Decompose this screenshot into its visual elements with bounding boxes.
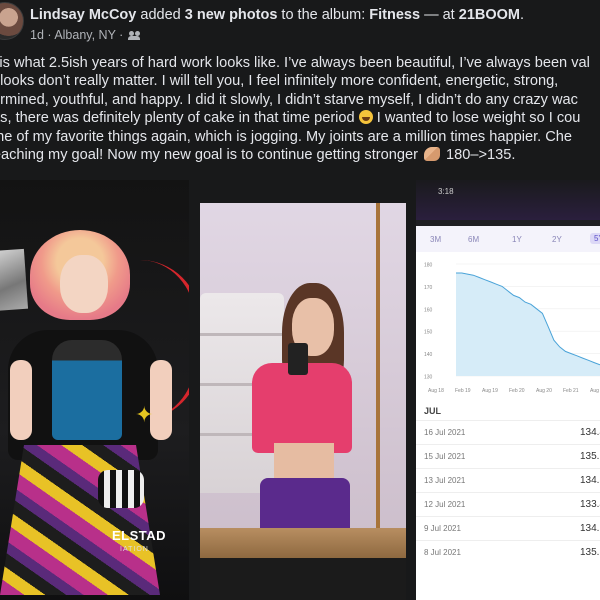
post-line: s is what 2.5ish years of hard work look…	[0, 55, 590, 71]
weight-row-date: 8 Jul 2021	[424, 548, 461, 557]
flexed-biceps-emoji-icon	[424, 146, 440, 161]
weight-row-date: 12 Jul 2021	[424, 500, 466, 509]
tab-6m[interactable]: 6M	[468, 235, 479, 244]
weight-row-value: 135.2	[580, 451, 600, 462]
chart-x-tick: Aug	[590, 388, 599, 394]
post-body-text: s is what 2.5ish years of hard work look…	[0, 54, 600, 164]
post-line: ets, there was definitely plenty of cake…	[0, 109, 600, 127]
chart-y-tick: 160	[424, 307, 433, 313]
tab-5y[interactable]: 5Y	[590, 233, 600, 244]
status-time: 3:18	[438, 187, 454, 196]
weight-row-date: 9 Jul 2021	[424, 524, 461, 533]
phone-status-bar: 3:18	[416, 180, 600, 202]
post-line: reaching my goal! Now my new goal is to …	[0, 146, 600, 164]
album-link[interactable]: Fitness	[369, 7, 420, 23]
person-face	[60, 255, 108, 313]
post-line-part: ets, there was definitely plenty of cake…	[0, 110, 355, 127]
tab-2y[interactable]: 2Y	[552, 235, 562, 244]
person-top	[52, 340, 122, 440]
weight-row[interactable]: 9 Jul 2021 134.6	[416, 516, 600, 540]
photo-mirror-selfie[interactable]	[200, 203, 406, 600]
action-text: added	[136, 7, 185, 23]
chart-y-tick: 150	[424, 330, 433, 336]
post-headline: Lindsay McCoy added 3 new photos to the …	[30, 7, 524, 23]
weight-row-value: 135.8	[580, 547, 600, 558]
laughing-emoji-icon	[358, 110, 373, 125]
mirror-wood-frame	[200, 528, 406, 558]
backdrop-logo: ELSTAD	[112, 528, 167, 543]
month-header: JUL	[424, 406, 442, 416]
chart-y-tick: 130	[424, 375, 433, 381]
weight-row-value: 134.4	[580, 427, 600, 438]
chart-x-tick: Feb 20	[509, 388, 525, 394]
author-name[interactable]: Lindsay McCoy	[30, 7, 136, 23]
weight-row[interactable]: 12 Jul 2021 133.4	[416, 492, 600, 516]
range-tabs: 3M 6M 1Y 2Y 5Y	[416, 226, 600, 252]
person-belly	[274, 443, 334, 483]
weight-row[interactable]: 13 Jul 2021 134.8	[416, 468, 600, 492]
wall-poster	[0, 248, 29, 312]
chart-x-tick: Aug 19	[482, 388, 498, 394]
weight-row-value: 133.4	[580, 499, 600, 510]
avatar[interactable]	[0, 2, 24, 40]
post-header: Lindsay McCoy added 3 new photos to the …	[0, 0, 600, 46]
backdrop-logo-sub: IATION	[120, 546, 149, 553]
weight-row-value: 134.8	[580, 475, 600, 486]
chart-x-tick: Feb 21	[563, 388, 579, 394]
purple-leggings	[260, 478, 350, 528]
post-line-part: I wanted to lose weight so I cou	[372, 110, 581, 127]
post-line: termined, youthful, and happy. I did it …	[0, 91, 578, 108]
shelf-board	[200, 333, 284, 336]
chart-y-tick: 170	[424, 285, 433, 291]
person-arm	[150, 360, 172, 440]
pink-shirt	[252, 363, 352, 453]
chart-x-tick: Aug 18	[428, 388, 444, 394]
star-icon: ✦	[135, 402, 154, 427]
location-prefix: — at	[420, 7, 459, 23]
post-line: one of my favorite things again, which i…	[0, 128, 573, 145]
location-link[interactable]: 21BOOM	[459, 7, 520, 23]
chart-x-tick: Aug 20	[536, 388, 552, 394]
post-line-part: reaching my goal! Now my new goal is to …	[0, 146, 418, 163]
weight-row-value: 134.6	[580, 523, 600, 534]
weight-row[interactable]: 15 Jul 2021 135.2	[416, 444, 600, 468]
chart-area-fill	[456, 273, 600, 376]
weight-row[interactable]: 8 Jul 2021 135.8	[416, 540, 600, 564]
post-meta-text[interactable]: 1d · Albany, NY ·	[30, 28, 123, 42]
weight-chart-svg: 180 170 160 150 140 130 Aug 18 Feb 19 Aug 19 Feb …	[424, 263, 600, 394]
weight-row-date: 15 Jul 2021	[424, 452, 466, 461]
friends-audience-icon[interactable]	[128, 30, 141, 40]
weight-list: JUL 16 Jul 2021 134.4 15 Jul 2021 135.2 13 J…	[416, 402, 600, 600]
chart-x-tick: Feb 19	[455, 388, 471, 394]
post-line-part: 180–>135.	[442, 146, 516, 163]
photo-count-link[interactable]: 3 new photos	[185, 7, 278, 23]
weight-chart: 180 170 160 150 140 130 Aug 18 Feb 19 Aug 19 Feb …	[416, 252, 600, 402]
striped-bag	[98, 470, 144, 508]
tab-1y[interactable]: 1Y	[512, 235, 522, 244]
weight-row-date: 13 Jul 2021	[424, 476, 466, 485]
weight-row-date: 16 Jul 2021	[424, 428, 466, 437]
person-arm	[10, 360, 32, 440]
post-line: d looks don’t really matter. I will tell…	[0, 73, 559, 90]
photo-before[interactable]: ✦ ELSTAD IATION	[0, 180, 189, 600]
person-skirt	[0, 445, 160, 595]
tab-3m[interactable]: 3M	[430, 235, 441, 244]
location-suffix: .	[520, 7, 525, 23]
weight-row[interactable]: 16 Jul 2021 134.4	[416, 420, 600, 444]
mirror-frame	[376, 203, 380, 533]
chart-y-tick: 180	[424, 263, 433, 269]
photo-weight-chart-screenshot[interactable]: 3:18 3M 6M 1Y 2Y 5Y 180 170 160 150 140 130 Au…	[416, 180, 600, 600]
chart-y-tick: 140	[424, 352, 433, 358]
post-meta: 1d · Albany, NY ·	[30, 28, 141, 42]
action-text-mid: to the album:	[277, 7, 370, 23]
phone-icon	[288, 343, 308, 375]
